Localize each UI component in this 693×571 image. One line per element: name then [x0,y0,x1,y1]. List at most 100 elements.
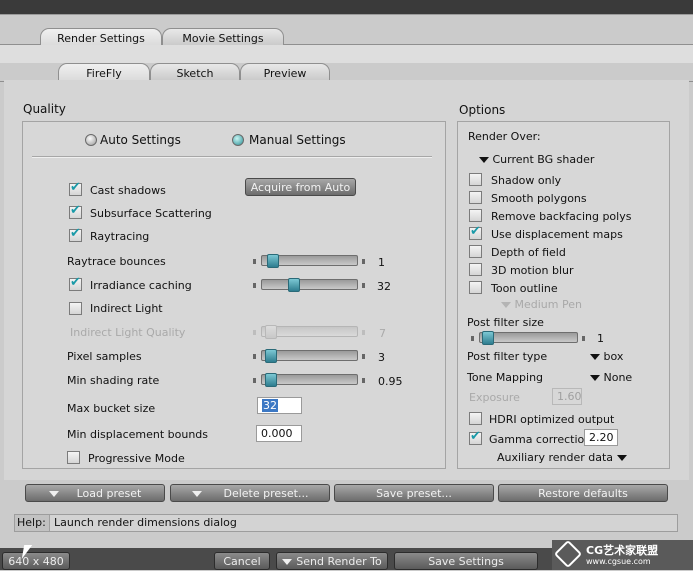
irradiance-value: 32 [377,280,391,293]
use-displacement-label: Use displacement maps [491,228,623,241]
slider-thumb[interactable] [482,331,494,345]
delete-preset-label: Delete preset... [223,487,309,500]
slider-thumb[interactable] [265,373,277,387]
aux-render-data-dropdown[interactable]: Auxiliary render data [497,451,627,464]
restore-defaults-button[interactable]: Restore defaults [498,484,668,502]
manual-settings-radio[interactable] [232,134,244,146]
acquire-from-auto-button[interactable]: Acquire from Auto [245,178,356,196]
save-preset-button[interactable]: Save preset... [334,484,494,502]
min-shading-slider[interactable] [261,373,358,387]
pixel-samples-label: Pixel samples [67,350,142,363]
raytracing-label: Raytracing [90,230,150,243]
watermark-brand: CG艺术家联盟 [586,544,659,557]
post-filter-type-dropdown[interactable]: box [590,350,623,363]
quality-title: Quality [23,102,66,116]
slider-max-tick [362,283,365,288]
max-bucket-value: 32 [262,399,278,412]
shadow-only-label: Shadow only [491,174,562,187]
irradiance-slider[interactable] [261,278,358,292]
dropdown-arrow-icon [282,559,293,565]
save-settings-button[interactable]: Save Settings [394,552,538,570]
raytrace-bounces-label: Raytrace bounces [67,255,166,268]
use-displacement-checkbox[interactable] [469,224,482,240]
post-filter-size-slider[interactable] [479,331,578,345]
watermark-logo: CG艺术家联盟 www.cgsue.com [552,539,693,570]
gamma-input[interactable]: 2.20 [584,429,618,446]
slider-max-tick [362,259,365,264]
slider-min-tick [471,336,474,341]
pixel-samples-value: 3 [378,351,385,364]
progressive-label: Progressive Mode [88,452,185,465]
raytrace-bounces-slider[interactable] [261,254,358,268]
subsurface-checkbox[interactable] [69,203,82,219]
indirect-quality-slider[interactable] [261,325,358,339]
exposure-input[interactable]: 1.60 [552,388,582,405]
max-bucket-label: Max bucket size [67,402,156,415]
shadow-only-checkbox[interactable] [469,173,482,186]
hdri-checkbox[interactable] [469,412,482,425]
auto-settings-label: Auto Settings [100,133,181,147]
motion-blur-checkbox[interactable] [469,263,482,276]
min-displacement-label: Min displacement bounds [67,428,209,441]
post-filter-type-label: Post filter type [467,350,548,363]
toon-outline-label: Toon outline [491,282,558,295]
dropdown-arrow-icon [48,491,59,497]
post-filter-size-value: 1 [597,332,604,345]
slider-thumb[interactable] [267,254,279,268]
depth-of-field-checkbox[interactable] [469,245,482,258]
indirect-quality-label: Indirect Light Quality [70,326,186,339]
cast-shadows-checkbox[interactable] [69,180,82,196]
gamma-checkbox[interactable] [469,429,482,445]
remove-backfacing-checkbox[interactable] [469,209,482,222]
tone-mapping-dropdown[interactable]: None [590,371,632,384]
motion-blur-label: 3D motion blur [491,264,574,277]
cancel-button[interactable]: Cancel [214,552,270,570]
pen-dropdown[interactable]: Medium Pen [501,298,582,311]
quality-divider [32,156,432,158]
gamma-label: Gamma correction [489,433,592,446]
send-render-to-button[interactable]: Send Render To [276,552,388,570]
depth-of-field-label: Depth of field [491,246,566,259]
pixel-samples-slider[interactable] [261,349,358,363]
slider-max-tick [582,336,585,341]
irradiance-label: Irradiance caching [90,279,192,292]
watermark-url: www.cgsue.com [586,557,651,566]
subsurface-label: Subsurface Scattering [90,207,212,220]
toon-outline-checkbox[interactable] [469,281,482,294]
slider-min-tick [253,259,256,264]
min-shading-value: 0.95 [378,375,403,388]
indirect-light-checkbox[interactable] [69,302,82,315]
slider-thumb[interactable] [265,349,277,363]
irradiance-checkbox[interactable] [69,275,82,291]
render-over-dropdown[interactable]: Current BG shader [479,153,594,166]
slider-thumb[interactable] [288,278,300,292]
slider-min-tick [253,378,256,383]
dropdown-arrow-icon [191,491,202,497]
progressive-checkbox[interactable] [67,451,80,464]
dimensions-button[interactable]: 640 x 480 [2,552,70,570]
help-bar: Help: Launch render dimensions dialog [14,514,678,532]
dropdown-arrow-icon [590,354,600,360]
delete-preset-button[interactable]: Delete preset... [170,484,330,502]
post-filter-type-value: box [603,350,624,363]
slider-max-tick [362,378,365,383]
slider-min-tick [253,354,256,359]
tone-mapping-label: Tone Mapping [467,371,544,384]
smooth-polygons-label: Smooth polygons [491,192,587,205]
auto-settings-radio[interactable] [85,134,97,146]
raytracing-checkbox[interactable] [69,226,82,242]
slider-thumb[interactable] [265,325,277,339]
remove-backfacing-label: Remove backfacing polys [491,210,632,223]
min-displacement-input[interactable]: 0.000 [256,425,302,442]
subtab-area [0,45,693,63]
render-over-value: Current BG shader [492,153,595,166]
slider-min-tick [253,330,256,335]
help-text: Launch render dimensions dialog [49,515,677,531]
min-shading-label: Min shading rate [67,374,160,387]
options-title: Options [459,103,506,117]
load-preset-button[interactable]: Load preset [25,484,165,502]
smooth-polygons-checkbox[interactable] [469,191,482,204]
logo-icon [553,539,583,569]
indirect-quality-value: 7 [379,327,386,340]
max-bucket-input[interactable]: 32 [257,397,302,414]
